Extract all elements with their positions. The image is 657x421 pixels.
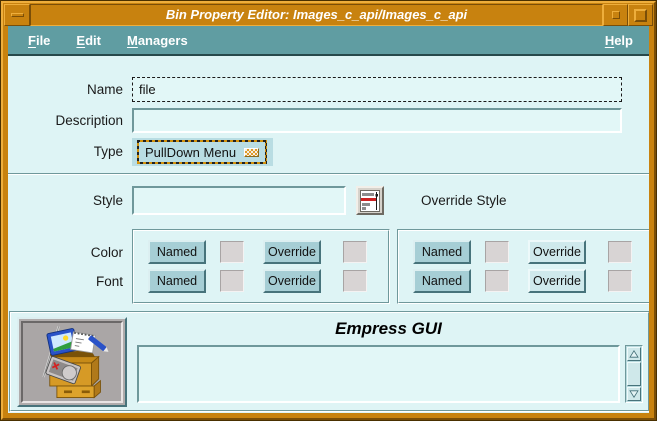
scroll-down-icon (629, 390, 639, 398)
type-label: Type (93, 144, 123, 159)
footer-textarea[interactable] (137, 345, 620, 403)
menu-help[interactable]: Help (605, 33, 633, 48)
logo-well (21, 321, 123, 403)
menu-file[interactable]: File (28, 33, 50, 48)
style-list-picker-icon (360, 189, 380, 212)
description-input[interactable] (134, 110, 620, 131)
named-font-swatch (485, 270, 509, 292)
window-menu-icon (10, 13, 24, 17)
color-label: Color (90, 245, 123, 260)
minimize-button[interactable] (603, 4, 628, 26)
scroll-up-button[interactable] (627, 347, 641, 361)
named-font-button[interactable]: Named (148, 269, 206, 293)
option-menu-icon (244, 147, 260, 157)
override-font-swatch (343, 270, 367, 292)
named-font-swatch (220, 270, 244, 292)
window-menu-button[interactable] (4, 4, 30, 26)
description-label: Description (55, 113, 123, 128)
named-color-button[interactable]: Named (148, 240, 206, 264)
named-color-swatch (485, 241, 509, 263)
name-input[interactable] (133, 78, 621, 101)
maximize-button[interactable] (628, 4, 653, 26)
menu-managers[interactable]: Managers (127, 33, 188, 48)
toolbox-logo-icon (42, 326, 109, 399)
type-option-menu-button[interactable]: PullDown Menu (139, 142, 266, 162)
logo-panel (17, 317, 127, 407)
titlebar: Bin Property Editor: Images_c_api/Images… (4, 4, 653, 26)
style-list-picker-button[interactable] (356, 186, 384, 215)
override-style-group: Named Override Named Override (397, 229, 649, 304)
menu-edit[interactable]: Edit (76, 33, 101, 48)
font-row: Named Override (148, 269, 388, 293)
named-style-group: Named Override Named Override (132, 229, 390, 304)
named-color-swatch (220, 241, 244, 263)
override-color-button[interactable]: Override (263, 240, 321, 264)
named-color-button[interactable]: Named (413, 240, 471, 264)
font-row: Named Override (413, 269, 649, 293)
scrollbar-thumb[interactable] (627, 362, 641, 386)
override-font-button[interactable]: Override (263, 269, 321, 293)
color-row: Named Override (148, 240, 388, 264)
type-option-value: PullDown Menu (145, 144, 237, 160)
font-label: Font (95, 274, 123, 289)
menubar: File Edit Managers Help (8, 26, 649, 56)
footer-scrollbar[interactable] (625, 345, 643, 403)
scroll-up-icon (629, 350, 639, 358)
style-input[interactable] (134, 188, 344, 213)
style-field (132, 186, 346, 215)
override-style-label: Override Style (421, 193, 507, 208)
type-option-area: PullDown Menu (132, 138, 273, 166)
override-font-button[interactable]: Override (528, 269, 586, 293)
override-color-button[interactable]: Override (528, 240, 586, 264)
minimize-icon (611, 11, 620, 19)
window: Bin Property Editor: Images_c_api/Images… (0, 0, 657, 421)
window-title: Bin Property Editor: Images_c_api/Images… (30, 4, 603, 26)
name-label: Name (86, 82, 123, 97)
named-font-button[interactable]: Named (413, 269, 471, 293)
style-label: Style (92, 193, 123, 208)
horizontal-separator (8, 173, 649, 175)
footer-frame: Empress GUI (9, 311, 649, 412)
client-area: File Edit Managers Help Name Description… (8, 26, 649, 413)
color-row: Named Override (413, 240, 649, 264)
brand-title: Empress GUI (335, 319, 442, 338)
override-color-swatch (343, 241, 367, 263)
maximize-icon (634, 8, 647, 22)
scroll-down-button[interactable] (627, 387, 641, 401)
keyboard-focus-ring: PullDown Menu (137, 140, 268, 164)
override-color-swatch (608, 241, 632, 263)
description-field (132, 108, 622, 133)
override-font-swatch (608, 270, 632, 292)
name-field (132, 77, 622, 102)
